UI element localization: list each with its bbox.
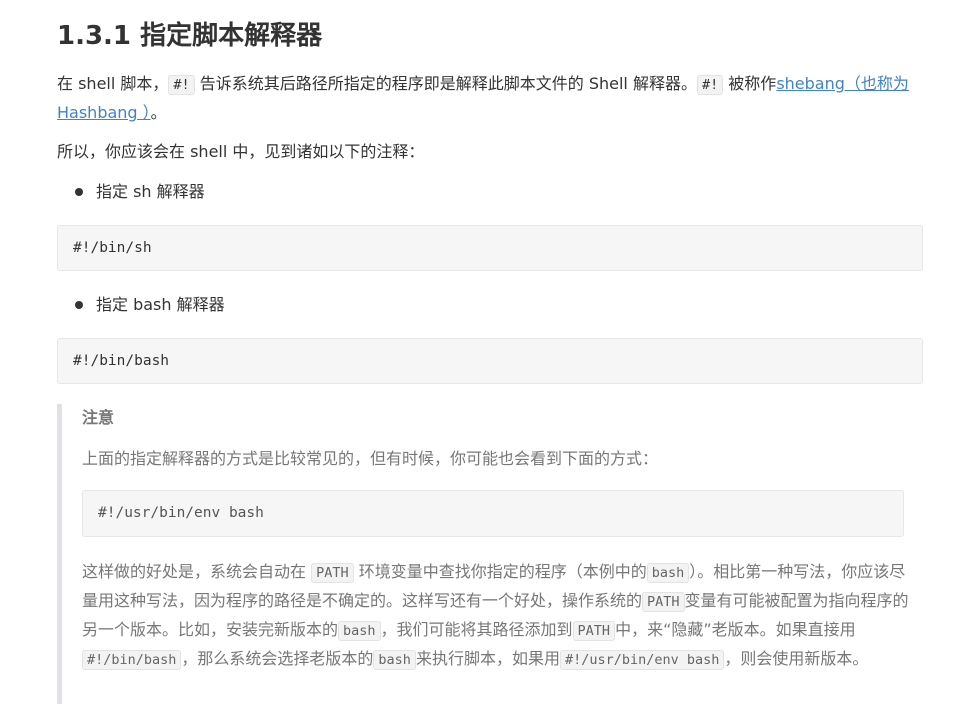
inline-code: bash bbox=[646, 563, 690, 583]
list-item: 指定 bash 解释器 bbox=[75, 291, 225, 319]
inline-code: bash bbox=[338, 621, 381, 641]
bullet-icon bbox=[75, 300, 83, 309]
note-paragraph: 上面的指定解释器的方式是比较常见的，但有时候，你可能也会看到下面的方式： bbox=[82, 449, 659, 468]
inline-code-shebang: #! bbox=[168, 75, 195, 95]
list-item-label: 指定 sh 解释器 bbox=[96, 182, 205, 201]
note-text: ，那么系统会选择老版本的 bbox=[181, 649, 374, 668]
note-text: 中，来“隐藏”老版本。如果直接用 bbox=[615, 620, 856, 639]
code-block-env[interactable]: #!/usr/bin/env bash bbox=[82, 490, 904, 537]
inline-code: PATH bbox=[642, 592, 685, 612]
intro-text-1: 在 shell 脚本， bbox=[57, 74, 169, 93]
note-text: 来执行脚本，如果用 bbox=[415, 649, 560, 668]
inline-code: #!/bin/bash bbox=[82, 650, 182, 670]
inline-code: #!/usr/bin/env bash bbox=[559, 650, 725, 670]
inline-code: PATH bbox=[572, 621, 616, 641]
note-text: ，则会使用新版本。 bbox=[724, 649, 869, 668]
list-item: 指定 sh 解释器 bbox=[75, 178, 205, 206]
intro-text-3: 被称作 bbox=[723, 74, 777, 93]
note-explanation: 这样做的好处是，系统会自动在 PATH 环境变量中查找你指定的程序（本例中的 ba… bbox=[82, 558, 912, 674]
intro-paragraph: 在 shell 脚本， #! 告诉系统其后路径所指定的程序即是解释此脚本文件的 S… bbox=[57, 70, 927, 127]
inline-code: bash bbox=[373, 650, 416, 670]
section-heading: 1.3.1 指定脚本解释器 bbox=[57, 21, 323, 51]
note-text: ，我们可能将其路径添加到 bbox=[380, 620, 573, 639]
intro-text-4: 。 bbox=[150, 103, 167, 122]
code-block-sh[interactable]: #!/bin/sh bbox=[57, 225, 923, 271]
note-title: 注意 bbox=[82, 408, 115, 427]
note-text: 环境变量中查找你指定的程序（本例中的 bbox=[353, 562, 647, 581]
inline-code-shebang: #! bbox=[696, 75, 724, 95]
inline-code: PATH bbox=[311, 563, 354, 583]
document-page: 1.3.1 指定脚本解释器 在 shell 脚本， #! 告诉系统其后路径所指定的… bbox=[0, 0, 966, 704]
intro-text-2: 告诉系统其后路径所指定的程序即是解释此脚本文件的 Shell 解释器。 bbox=[194, 74, 697, 93]
list-item-label: 指定 bash 解释器 bbox=[96, 295, 225, 314]
note-text: 这样做的好处是，系统会自动在 bbox=[82, 562, 312, 581]
note-blockquote: 注意 上面的指定解释器的方式是比较常见的，但有时候，你可能也会看到下面的方式： … bbox=[57, 404, 923, 704]
code-block-bash[interactable]: #!/bin/bash bbox=[57, 338, 923, 384]
bullet-icon bbox=[75, 187, 83, 196]
comment-paragraph: 所以，你应该会在 shell 中，见到诸如以下的注释： bbox=[57, 142, 425, 161]
